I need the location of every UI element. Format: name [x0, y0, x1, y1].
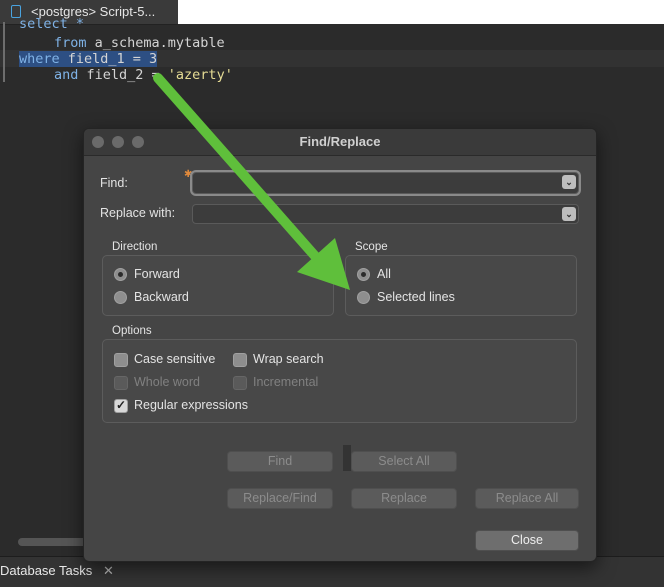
- find-input[interactable]: ⌄: [192, 172, 579, 194]
- incremental-checkbox: [233, 376, 247, 390]
- chevron-down-icon[interactable]: ⌄: [562, 175, 576, 189]
- code-line-1: select *: [19, 16, 85, 32]
- scope-group-title: Scope: [355, 241, 388, 253]
- regular-expressions-label[interactable]: Regular expressions: [134, 398, 248, 412]
- forward-radio[interactable]: [114, 268, 127, 281]
- keyword-and: and: [54, 67, 79, 83]
- all-radio[interactable]: [357, 268, 370, 281]
- backward-label[interactable]: Backward: [134, 290, 189, 304]
- button-separator: [343, 445, 351, 471]
- find-replace-dialog: Find/Replace ✱ Find: ⌄ Replace with: ⌄ D…: [83, 128, 597, 562]
- case-sensitive-checkbox[interactable]: [114, 353, 128, 367]
- incremental-label: Incremental: [253, 375, 319, 389]
- whole-word-label: Whole word: [134, 375, 200, 389]
- code-line-4-mid: field_2 =: [78, 67, 168, 83]
- wrap-search-label[interactable]: Wrap search: [253, 352, 324, 366]
- horizontal-scrollbar[interactable]: [18, 538, 88, 546]
- code-line-2: from a_schema.mytable: [54, 35, 225, 51]
- code-line-4: and field_2 = 'azerty': [54, 67, 233, 83]
- regular-expressions-checkbox[interactable]: [114, 398, 128, 413]
- replace-input[interactable]: ⌄: [192, 204, 579, 224]
- keyword-where: where: [19, 51, 60, 67]
- case-sensitive-label[interactable]: Case sensitive: [134, 352, 215, 366]
- forward-label[interactable]: Forward: [134, 267, 180, 281]
- replace-find-button[interactable]: Replace/Find: [227, 488, 333, 509]
- whole-word-checkbox: [114, 376, 128, 390]
- select-all-button[interactable]: Select All: [351, 451, 457, 472]
- chevron-down-icon[interactable]: ⌄: [562, 207, 576, 221]
- wrap-search-checkbox[interactable]: [233, 353, 247, 367]
- gutter-marker: [3, 22, 5, 82]
- replace-label: Replace with:: [100, 206, 176, 220]
- selected-lines-radio[interactable]: [357, 291, 370, 304]
- code-line-3-selected: where field_1 = 3: [19, 51, 158, 67]
- direction-group: Forward Backward: [102, 255, 334, 316]
- selected-lines-label[interactable]: Selected lines: [377, 290, 455, 304]
- keyword-from: from: [54, 35, 87, 51]
- options-group: Case sensitive Wrap search Whole word In…: [102, 339, 577, 423]
- code-line-2-rest: a_schema.mytable: [86, 35, 225, 51]
- all-label[interactable]: All: [377, 267, 391, 281]
- dialog-title: Find/Replace: [299, 134, 381, 149]
- database-tasks-tab[interactable]: Database Tasks: [0, 563, 92, 578]
- dialog-titlebar[interactable]: Find/Replace: [84, 129, 596, 156]
- direction-group-title: Direction: [112, 241, 158, 253]
- editor-header-area: [178, 0, 664, 24]
- string-literal: 'azerty': [167, 67, 233, 83]
- code-line-3-rest: field_1 = 3: [59, 51, 158, 67]
- replace-all-button[interactable]: Replace All: [475, 488, 579, 509]
- replace-button[interactable]: Replace: [351, 488, 457, 509]
- options-group-title: Options: [112, 325, 152, 337]
- close-icon[interactable]: ✕: [103, 563, 114, 579]
- close-button[interactable]: Close: [475, 530, 579, 551]
- find-button[interactable]: Find: [227, 451, 333, 472]
- scope-group: All Selected lines: [345, 255, 577, 316]
- backward-radio[interactable]: [114, 291, 127, 304]
- find-label: Find:: [100, 176, 128, 190]
